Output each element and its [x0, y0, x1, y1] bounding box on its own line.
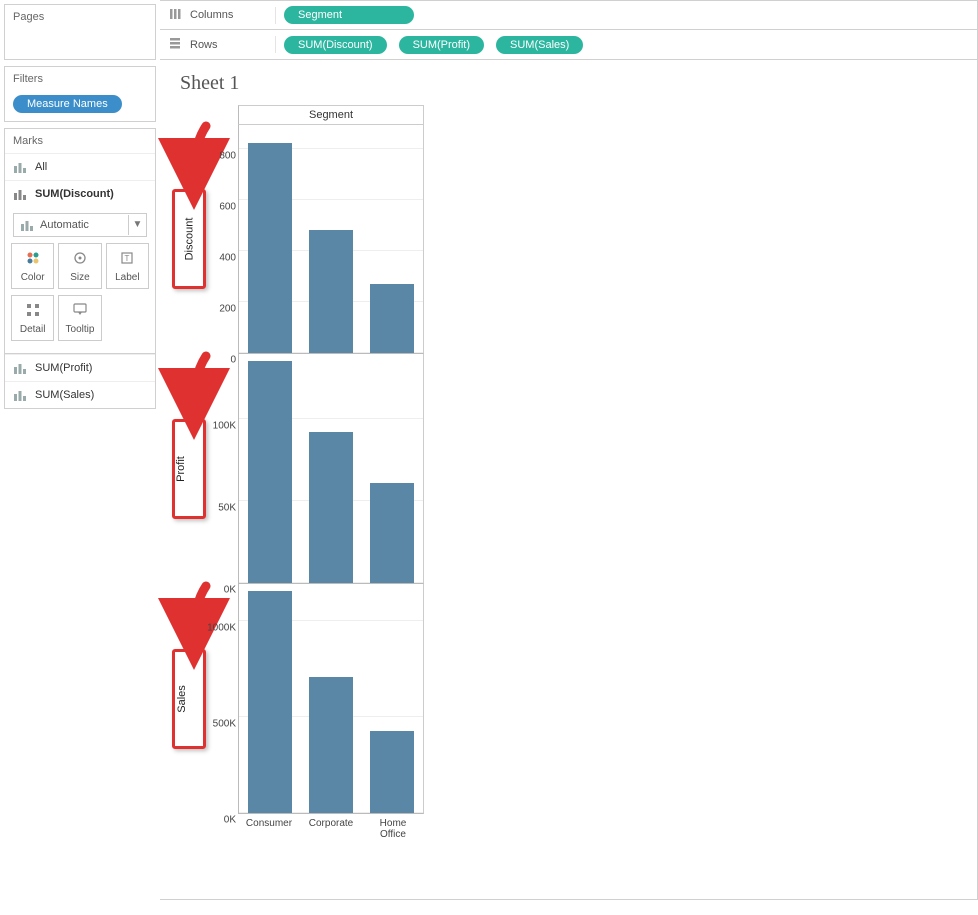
y-tick-label: 200 [219, 303, 236, 314]
plot-area[interactable] [238, 354, 424, 584]
y-tick-label: 0K [224, 815, 236, 826]
marks-tooltip-label: Tooltip [66, 324, 95, 335]
chart-facet: Sales0K500K1000K [174, 584, 969, 814]
bar-icon [13, 388, 27, 402]
bar[interactable] [248, 143, 292, 353]
marks-label-label: Label [115, 272, 139, 283]
plot-area[interactable] [238, 124, 424, 354]
columns-shelf[interactable]: Columns Segment [160, 0, 978, 30]
marks-tooltip-button[interactable]: Tooltip [58, 295, 101, 341]
marks-detail-button[interactable]: Detail [11, 295, 54, 341]
bar[interactable] [370, 284, 414, 353]
filter-pill-measure-names[interactable]: Measure Names [13, 95, 122, 113]
size-icon [72, 250, 88, 269]
bar-icon [13, 187, 27, 201]
mark-type-dropdown[interactable]: Automatic ▼ [13, 213, 147, 237]
bar-icon [13, 160, 27, 174]
pages-title: Pages [5, 5, 155, 29]
column-pill-segment[interactable]: Segment [284, 6, 414, 24]
mark-type-label: Automatic [40, 219, 89, 231]
sidebar: Pages Filters Measure Names Marks All SU… [0, 0, 160, 900]
bar[interactable] [370, 483, 414, 583]
marks-active-row[interactable]: SUM(Discount) [5, 180, 155, 207]
row-pill-discount[interactable]: SUM(Discount) [284, 36, 387, 54]
marks-all-label: All [35, 161, 47, 173]
y-tick-label: 600 [219, 201, 236, 212]
x-tick-label: Consumer [238, 814, 300, 840]
x-tick-label: HomeOffice [362, 814, 424, 840]
bar-icon [13, 361, 27, 375]
rows-icon [168, 36, 182, 53]
y-tick-label: 400 [219, 252, 236, 263]
y-tick-label: 1000K [207, 623, 236, 634]
bar[interactable] [309, 432, 353, 583]
rows-shelf[interactable]: Rows SUM(Discount) SUM(Profit) SUM(Sales… [160, 30, 978, 60]
bar-icon [20, 218, 34, 232]
marks-color-label: Color [21, 272, 45, 283]
marks-detail-label: Detail [20, 324, 46, 335]
bar[interactable] [370, 731, 414, 813]
main-area: Columns Segment Rows SUM(Discount) SUM(P… [160, 0, 978, 900]
column-header: Segment [239, 106, 423, 124]
marks-color-button[interactable]: Color [11, 243, 54, 289]
bar[interactable] [309, 677, 353, 813]
pages-shelf[interactable]: Pages [4, 4, 156, 60]
detail-icon [25, 302, 41, 321]
marks-title: Marks [5, 129, 155, 153]
marks-sub-label: SUM(Profit) [35, 362, 92, 374]
marks-active-label: SUM(Discount) [35, 188, 114, 200]
viz-canvas: Sheet 1 Segment Discount0200400600800Pro… [160, 60, 978, 900]
columns-icon [168, 7, 182, 24]
sheet-title[interactable]: Sheet 1 [180, 72, 969, 95]
label-icon: T [119, 250, 135, 269]
chart-facet: Discount0200400600800 [174, 124, 969, 354]
tooltip-icon [72, 302, 88, 321]
bar[interactable] [248, 591, 292, 813]
plot-area[interactable] [238, 584, 424, 814]
marks-size-label: Size [70, 272, 89, 283]
bar[interactable] [309, 230, 353, 353]
row-pill-sales[interactable]: SUM(Sales) [496, 36, 583, 54]
x-tick-label: Corporate [300, 814, 362, 840]
y-tick-label: 100K [213, 420, 236, 431]
marks-sub-row-profit[interactable]: SUM(Profit) [5, 354, 155, 381]
marks-sub-row-sales[interactable]: SUM(Sales) [5, 381, 155, 408]
marks-size-button[interactable]: Size [58, 243, 101, 289]
marks-sub-label: SUM(Sales) [35, 389, 94, 401]
columns-label: Columns [190, 9, 233, 21]
marks-card: Marks All SUM(Discount) Automatic [4, 128, 156, 409]
color-icon [25, 250, 41, 269]
marks-label-button[interactable]: T Label [106, 243, 149, 289]
rows-label: Rows [190, 39, 218, 51]
y-tick-label: 500K [213, 719, 236, 730]
bar[interactable] [248, 361, 292, 583]
y-tick-label: 50K [218, 502, 236, 513]
chevron-down-icon[interactable]: ▼ [128, 215, 146, 235]
row-pill-profit[interactable]: SUM(Profit) [399, 36, 484, 54]
chart-facet: Profit0K50K100K [174, 354, 969, 584]
chart: Segment Discount0200400600800Profit0K50K… [174, 105, 969, 840]
y-tick-label: 800 [219, 150, 236, 161]
marks-all-row[interactable]: All [5, 153, 155, 180]
filters-title: Filters [5, 67, 155, 91]
filters-shelf[interactable]: Filters Measure Names [4, 66, 156, 122]
svg-text:T: T [125, 254, 130, 263]
